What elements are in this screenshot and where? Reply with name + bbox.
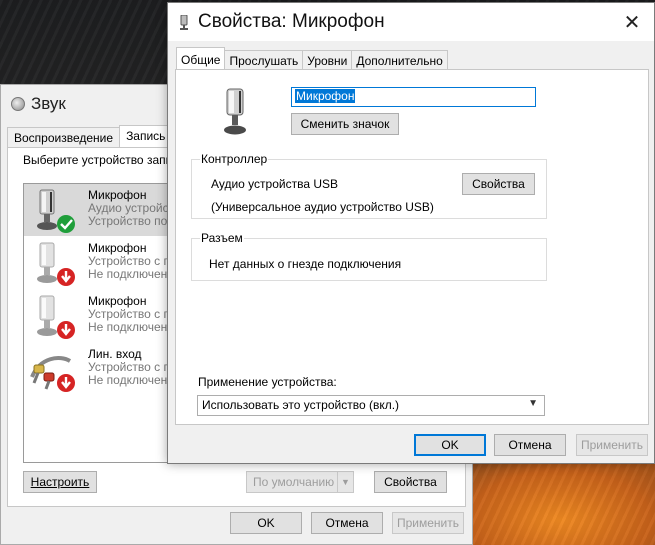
device-description: Устройство с по xyxy=(88,254,173,268)
properties-tabs: Общие Прослушать Уровни Дополнительно xyxy=(176,47,448,70)
sound-ok-button-label: OK xyxy=(257,516,275,530)
jack-info-text: Нет данных о гнезде подключения xyxy=(209,257,402,271)
tab-playback[interactable]: Воспроизведение xyxy=(7,127,121,147)
line-in-cable-icon xyxy=(30,356,75,392)
device-properties-button[interactable]: Свойства xyxy=(374,471,447,493)
tab-levels[interactable]: Уровни xyxy=(302,50,353,70)
change-icon-button-label: Сменить значок xyxy=(300,117,390,131)
tab-listen[interactable]: Прослушать xyxy=(224,50,304,70)
tab-recording[interactable]: Запись xyxy=(119,125,173,147)
controller-group: Контроллер Аудио устройства USB (Универс… xyxy=(191,152,547,219)
device-name: Лин. вход xyxy=(88,347,142,361)
speaker-icon xyxy=(11,97,25,111)
jack-group: Разъем Нет данных о гнезде подключения xyxy=(191,231,547,281)
controller-name: Аудио устройства USB xyxy=(211,177,339,191)
general-tab-panel: Микрофон Сменить значок Контроллер Аудио… xyxy=(175,69,649,425)
default-check-badge xyxy=(57,215,75,233)
sound-ok-button[interactable]: OK xyxy=(230,512,302,534)
controller-properties-button[interactable]: Свойства xyxy=(462,173,535,195)
device-item-line-in[interactable]: Лин. вход Устройство с по Не подключено xyxy=(24,343,173,395)
device-name: Микрофон xyxy=(88,241,147,255)
configure-button[interactable]: Настроить xyxy=(23,471,97,493)
device-usage-select[interactable]: Использовать это устройство (вкл.) ▼ xyxy=(197,395,545,416)
device-list: Микрофон Аудио устройст Устройство по Ми… xyxy=(23,183,173,463)
controller-legend: Контроллер xyxy=(200,152,269,166)
sound-apply-button[interactable]: Применить xyxy=(392,512,464,534)
properties-apply-button-label: Применить xyxy=(580,438,643,452)
device-name: Микрофон xyxy=(88,294,147,308)
sound-window-title: Звук xyxy=(31,94,66,113)
properties-title: Свойства: Микрофон xyxy=(198,11,385,32)
tab-general[interactable]: Общие xyxy=(176,47,226,70)
set-default-button-label: По умолчанию xyxy=(253,475,335,489)
close-icon[interactable]: ✕ xyxy=(610,3,654,41)
properties-titlebar: Свойства: Микрофон ✕ xyxy=(168,3,654,41)
chevron-down-icon: ▼ xyxy=(528,398,538,409)
controller-properties-button-label: Свойства xyxy=(472,177,525,191)
device-item-microphone-3[interactable]: Микрофон Устройство с по Не подключено xyxy=(24,290,173,342)
properties-cancel-button[interactable]: Отмена xyxy=(494,434,566,456)
tab-advanced[interactable]: Дополнительно xyxy=(351,50,448,70)
properties-apply-button[interactable]: Применить xyxy=(576,434,648,456)
device-item-microphone-2[interactable]: Микрофон Устройство с по Не подключено xyxy=(24,237,173,289)
properties-ok-button-label: OK xyxy=(441,438,459,452)
device-status: Не подключено xyxy=(88,267,173,281)
device-name: Микрофон xyxy=(88,188,147,202)
device-description: Устройство с по xyxy=(88,307,173,321)
device-usage-value: Использовать это устройство (вкл.) xyxy=(202,398,400,412)
device-properties-button-label: Свойства xyxy=(384,475,437,489)
microphone-icon xyxy=(180,15,188,30)
recording-hint: Выберите устройство запис xyxy=(23,153,179,167)
device-description: Устройство с по xyxy=(88,360,173,374)
properties-ok-button[interactable]: OK xyxy=(414,434,486,456)
device-usage-label: Применение устройства: xyxy=(198,375,337,389)
device-status: Не подключено xyxy=(88,373,173,387)
chevron-down-icon[interactable]: ▼ xyxy=(337,472,353,492)
properties-cancel-button-label: Отмена xyxy=(508,438,552,452)
configure-button-label: Настроить xyxy=(30,475,90,489)
device-item-microphone-default[interactable]: Микрофон Аудио устройст Устройство по xyxy=(24,184,173,236)
set-default-button[interactable]: По умолчанию ▼ xyxy=(246,471,354,493)
properties-dialog: Свойства: Микрофон ✕ Общие Прослушать Ур… xyxy=(167,2,655,464)
device-name-value: Микрофон xyxy=(295,89,356,103)
jack-legend: Разъем xyxy=(200,231,244,245)
microphone-icon xyxy=(37,295,75,339)
device-name-field[interactable]: Микрофон xyxy=(291,87,536,107)
device-status: Не подключено xyxy=(88,320,173,334)
change-icon-button[interactable]: Сменить значок xyxy=(291,113,399,135)
sound-apply-button-label: Применить xyxy=(396,516,459,530)
microphone-icon xyxy=(224,88,246,135)
sound-cancel-button[interactable]: Отмена xyxy=(311,512,383,534)
device-status: Устройство по xyxy=(88,214,168,228)
controller-detail: (Универсальное аудио устройство USB) xyxy=(211,200,434,214)
sound-tabs: Воспроизведение Запись З xyxy=(7,125,193,147)
device-description: Аудио устройст xyxy=(88,201,173,215)
microphone-icon xyxy=(37,189,75,233)
microphone-icon xyxy=(37,242,75,286)
sound-window-titlebar: Звук xyxy=(11,94,66,114)
sound-cancel-button-label: Отмена xyxy=(325,516,369,530)
